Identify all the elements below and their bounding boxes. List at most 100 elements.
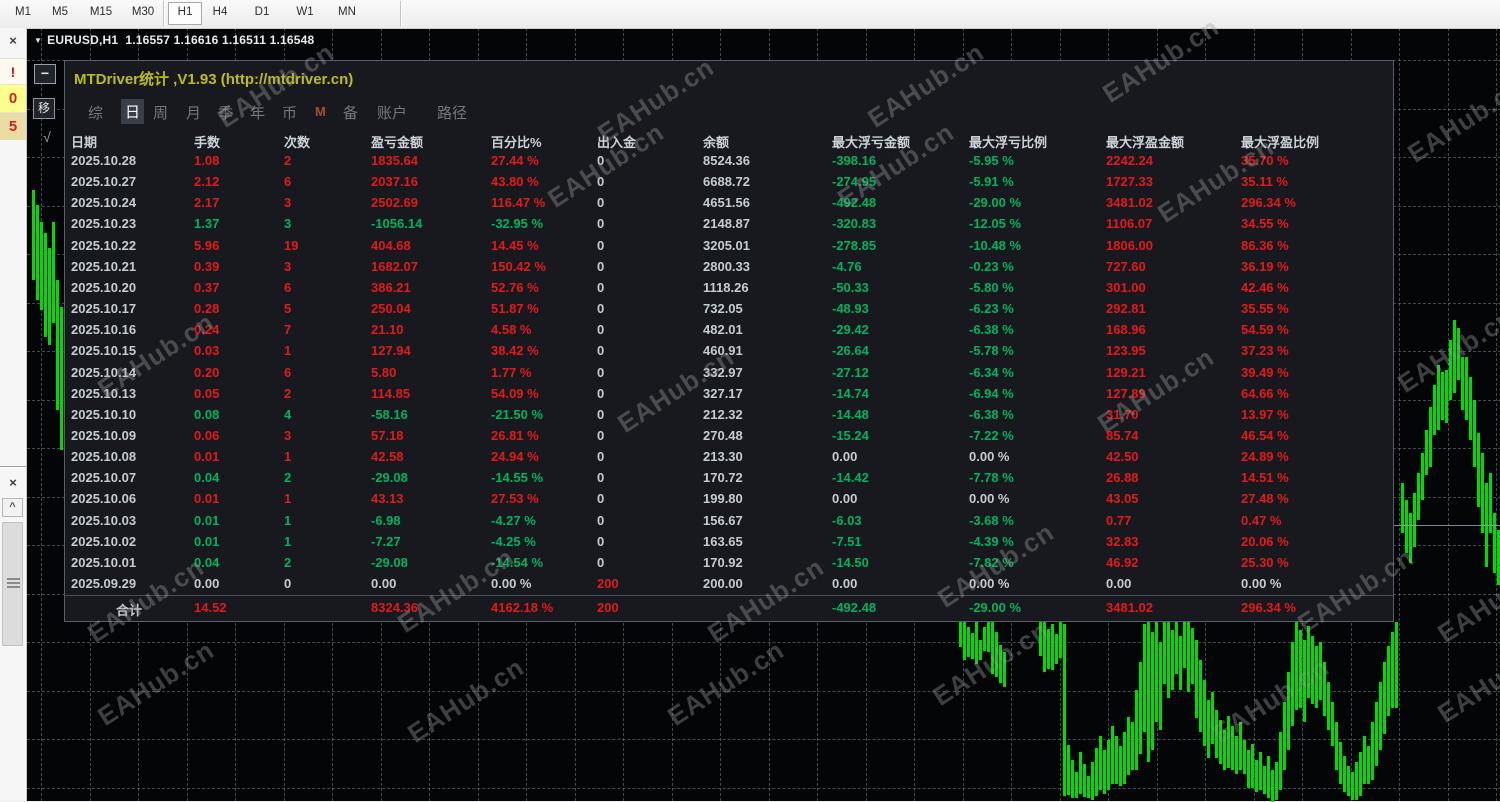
- table-cell: 6688.72: [703, 174, 750, 190]
- tab-6[interactable]: 年: [250, 102, 265, 123]
- table-cell: 13.97 %: [1241, 406, 1289, 422]
- price-bar: [40, 222, 43, 310]
- table-cell: 0.03: [194, 343, 220, 359]
- table-cell: 0.01: [194, 491, 220, 507]
- price-bar: [1379, 682, 1382, 750]
- price-bar: [1215, 710, 1218, 758]
- timeframe-button-m1[interactable]: M1: [8, 2, 38, 23]
- column-header: 最大浮盈比例: [1241, 135, 1320, 150]
- table-cell: 31.70: [1106, 406, 1139, 422]
- table-cell: 0: [597, 301, 605, 316]
- timeframe-button-h1[interactable]: H1: [168, 2, 202, 25]
- tab-10[interactable]: 账户: [377, 102, 407, 123]
- tab-4[interactable]: 月: [186, 102, 201, 123]
- price-bar: [1099, 736, 1102, 790]
- column-header: 余额: [703, 135, 730, 150]
- price-bar: [995, 632, 998, 677]
- table-cell: 43.80 %: [491, 174, 539, 190]
- tab-1[interactable]: 综: [88, 102, 103, 123]
- timeframe-button-w1[interactable]: W1: [288, 2, 322, 23]
- table-cell: 0.00: [832, 449, 858, 465]
- price-bar: [1235, 736, 1238, 774]
- table-cell: 0: [597, 427, 605, 443]
- table-cell: -7.51: [832, 533, 862, 549]
- price-bar: [1219, 720, 1222, 764]
- table-cell: 2025.10.23: [71, 216, 137, 232]
- column-header: 手数: [194, 135, 221, 150]
- tab-11[interactable]: 路径: [437, 102, 467, 123]
- price-bar: [1047, 629, 1050, 669]
- table-cell: 116.47 %: [491, 195, 546, 211]
- table-cell: -1056.14: [371, 216, 423, 232]
- price-bar: [1267, 756, 1270, 798]
- price-bar: [1445, 370, 1448, 423]
- table-cell: 0: [597, 174, 605, 190]
- timeframe-button-mn[interactable]: MN: [330, 2, 364, 23]
- price-bar: [1167, 622, 1170, 698]
- price-bar: [1199, 660, 1202, 732]
- table-cell: 127.94: [371, 343, 411, 359]
- price-bar: [1111, 726, 1114, 784]
- table-cell: 3: [284, 195, 292, 211]
- timeframe-button-m30[interactable]: M30: [124, 2, 162, 23]
- table-cell: 4.58 %: [491, 322, 532, 338]
- table-cell: 1.77 %: [491, 364, 532, 380]
- tab-8[interactable]: M: [315, 104, 326, 119]
- table-cell: -15.24: [832, 427, 869, 443]
- table-cell: 42.46 %: [1241, 279, 1289, 295]
- timeframe-button-m15[interactable]: M15: [82, 2, 120, 23]
- panel-title: MTDriver统计 ,V1.93 (http://mtdriver.cn): [74, 71, 354, 88]
- panel-move-button[interactable]: 移: [33, 98, 55, 119]
- price-bar: [60, 307, 63, 450]
- table-cell: 0.00 %: [491, 576, 532, 591]
- price-bar: [1059, 622, 1062, 658]
- tab-2[interactable]: 日: [121, 99, 145, 124]
- close-icon[interactable]: ×: [0, 32, 26, 52]
- timeframe-button-h4[interactable]: H4: [204, 2, 236, 23]
- price-bar: [1259, 752, 1262, 790]
- price-bar: [1425, 430, 1428, 475]
- tab-9[interactable]: 备: [343, 102, 358, 123]
- price-bar: [1239, 722, 1242, 770]
- table-cell: 332.97: [703, 364, 743, 380]
- table-cell: 42.50: [1106, 449, 1139, 465]
- price-bar: [1457, 328, 1460, 380]
- price-bar: [1327, 682, 1330, 730]
- price-bar: [1311, 636, 1314, 704]
- timeframe-toolbar: M1 M5 M15 M30 H1 H4 D1 W1 MN: [0, 0, 1500, 29]
- price-bar: [1339, 742, 1342, 784]
- price-bar: [1477, 433, 1480, 507]
- tab-5[interactable]: 季: [218, 102, 233, 123]
- price-bar: [1247, 750, 1250, 788]
- price-bar: [1231, 726, 1234, 770]
- table-cell: 150.42 %: [491, 258, 546, 274]
- table-cell: -21.50 %: [491, 406, 544, 422]
- tab-3[interactable]: 周: [153, 102, 168, 123]
- chevron-down-icon[interactable]: ▼: [34, 36, 42, 45]
- timeframe-button-m5[interactable]: M5: [44, 2, 76, 23]
- table-cell: 200: [597, 576, 619, 591]
- scrollbar-thumb[interactable]: [2, 522, 23, 646]
- timeframe-button-d1[interactable]: D1: [246, 2, 278, 23]
- table-cell: 123.95: [1106, 343, 1146, 359]
- price-bar: [1437, 365, 1440, 430]
- price-bar: [1279, 732, 1282, 790]
- table-cell: 4651.56: [703, 195, 750, 211]
- table-cell: 3: [284, 427, 292, 443]
- table-cell: 3: [284, 216, 292, 232]
- panel-check-button[interactable]: √: [38, 128, 56, 146]
- price-bar: [1211, 692, 1214, 744]
- table-cell: 0: [597, 533, 605, 549]
- total-cell: 14.52: [194, 600, 227, 615]
- price-bar: [48, 248, 51, 345]
- panel-minimize-button[interactable]: −: [34, 64, 56, 84]
- tab-7[interactable]: 币: [282, 102, 297, 123]
- price-bar: [1375, 702, 1378, 766]
- price-bar: [1127, 717, 1130, 775]
- price-bar: [1421, 453, 1424, 500]
- close-icon[interactable]: ×: [0, 474, 26, 494]
- table-cell: 2025.10.21: [71, 258, 137, 274]
- price-bar: [56, 280, 59, 410]
- chevron-up-icon[interactable]: ^: [2, 498, 23, 517]
- table-cell: 296.34 %: [1241, 195, 1296, 211]
